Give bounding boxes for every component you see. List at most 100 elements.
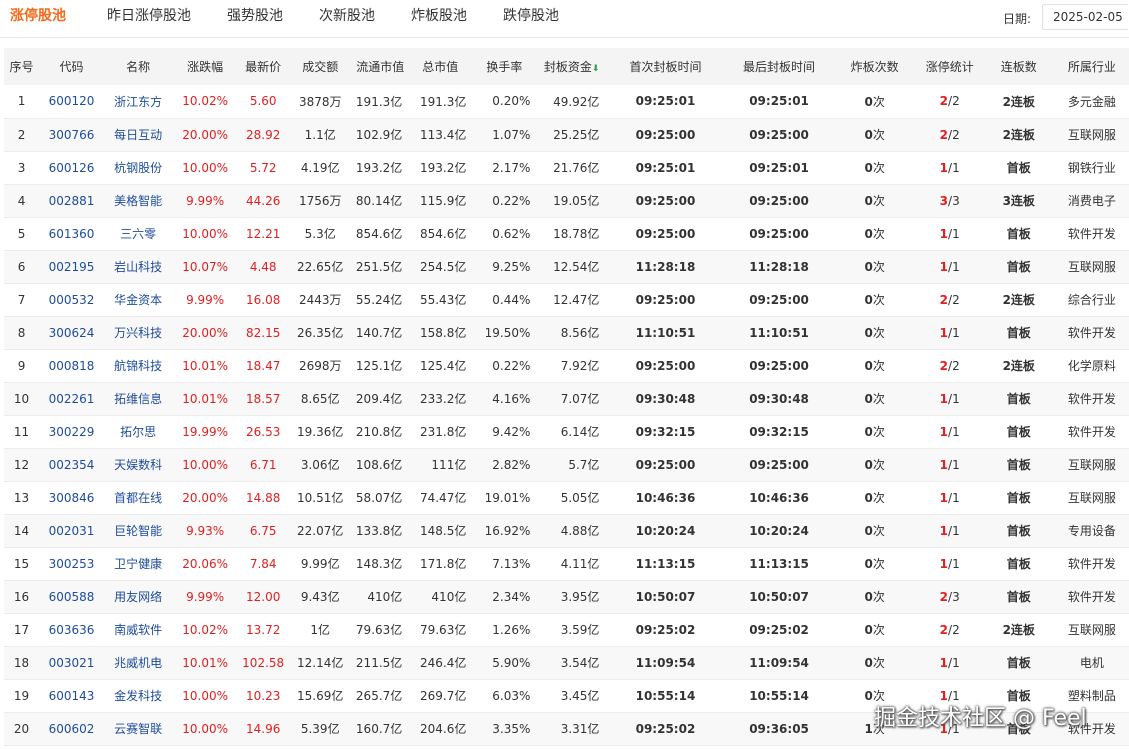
cell-name[interactable]: 航锦科技 — [104, 349, 173, 383]
table-row[interactable]: 15 300253 卫宁健康 20.06% 7.84 9.99亿 148.3亿 171.8亿 7… — [4, 547, 1129, 581]
cell-code[interactable]: 600602 — [39, 712, 105, 746]
cell-first-seal-time: 09:25:00 — [605, 217, 726, 251]
cell-name[interactable]: 巨轮智能 — [104, 514, 173, 548]
sort-down-arrow-icon[interactable]: ⬇ — [592, 64, 600, 74]
cell-last-seal-time: 11:13:15 — [725, 547, 833, 581]
cell-name[interactable]: 岩山科技 — [104, 250, 173, 284]
cell-name[interactable]: 天娱数科 — [104, 448, 173, 482]
cell-code[interactable]: 300624 — [39, 316, 105, 350]
header-first-seal-time[interactable]: 首次封板时间 — [605, 48, 725, 85]
cell-name[interactable]: 浙江东方 — [104, 85, 173, 119]
header-code[interactable]: 代码 — [39, 48, 104, 85]
tab-limit-down-pool[interactable]: 跌停股池 — [503, 0, 559, 32]
cell-code[interactable]: 600588 — [39, 580, 105, 614]
header-last-seal-time[interactable]: 最后封板时间 — [726, 48, 833, 85]
table-row[interactable]: 18 003021 兆威机电 10.01% 102.58 12.14亿 211.5亿 246.… — [4, 646, 1129, 680]
table-row[interactable]: 14 002031 巨轮智能 9.93% 6.75 22.07亿 133.8亿 148.5亿 1… — [4, 514, 1129, 548]
cell-code[interactable]: 300253 — [39, 547, 105, 581]
cell-limit-up-stats: 2/2 — [916, 85, 983, 119]
cell-turnover: 3.35% — [472, 712, 537, 746]
cell-name[interactable]: 拓尔思 — [104, 415, 173, 449]
table-row[interactable]: 8 300624 万兴科技 20.00% 82.15 26.35亿 140.7亿 158.8亿… — [4, 316, 1129, 350]
table-row[interactable]: 3 600126 杭钢股份 10.00% 5.72 4.19亿 193.2亿 193.2亿 2.… — [4, 151, 1129, 185]
cell-code[interactable]: 003021 — [39, 646, 105, 680]
cell-turnover: 5.90% — [472, 646, 537, 680]
cell-change-pct: 20.00% — [172, 481, 239, 515]
header-total-cap[interactable]: 总市值 — [408, 48, 472, 85]
tab-strong-pool[interactable]: 强势股池 — [227, 0, 283, 32]
cell-index: 2 — [4, 118, 40, 152]
cell-code[interactable]: 002195 — [39, 250, 105, 284]
table-row[interactable]: 7 000532 华金资本 9.99% 16.08 2443万 55.24亿 55.43亿 0.… — [4, 283, 1129, 317]
header-consecutive-boards[interactable]: 连板数 — [983, 48, 1055, 85]
table-row[interactable]: 13 300846 首都在线 20.00% 14.88 10.51亿 58.07亿 74.47… — [4, 481, 1129, 515]
cell-broken-count: 0次 — [832, 448, 917, 482]
header-turnover[interactable]: 换手率 — [472, 48, 536, 85]
table-row[interactable]: 4 002881 美格智能 9.99% 44.26 1756万 80.14亿 115.9亿 0.… — [4, 184, 1129, 218]
cell-code[interactable]: 600126 — [39, 151, 105, 185]
header-amount[interactable]: 成交额 — [288, 48, 352, 85]
cell-name[interactable]: 兆威机电 — [104, 646, 173, 680]
cell-last-seal-time: 11:09:54 — [725, 646, 833, 680]
cell-code[interactable]: 002881 — [39, 184, 105, 218]
tab-broken-board-pool[interactable]: 炸板股池 — [411, 0, 467, 32]
cell-amount: 22.65亿 — [288, 250, 353, 284]
cell-code[interactable]: 600120 — [39, 85, 105, 119]
limit-up-days: /1 — [948, 490, 960, 505]
tab-new-stock-pool[interactable]: 次新股池 — [319, 0, 375, 32]
cell-amount: 1756万 — [288, 184, 353, 218]
table-row[interactable]: 17 603636 南威软件 10.02% 13.72 1亿 79.63亿 79.63亿 1.2… — [4, 613, 1129, 647]
cell-name[interactable]: 金发科技 — [104, 679, 173, 713]
header-limit-up-stats[interactable]: 涨停统计 — [917, 48, 983, 85]
date-input[interactable] — [1042, 4, 1128, 30]
cell-limit-up-stats: 1/1 — [916, 250, 983, 284]
cell-code[interactable]: 300846 — [39, 481, 105, 515]
cell-code[interactable]: 300229 — [39, 415, 105, 449]
broken-count-unit: 次 — [872, 128, 885, 142]
tab-yesterday-limit-up-pool[interactable]: 昨日涨停股池 — [107, 0, 191, 32]
broken-count-unit: 次 — [872, 590, 885, 604]
cell-name[interactable]: 三六零 — [104, 217, 173, 251]
table-row[interactable]: 12 002354 天娱数科 10.00% 6.71 3.06亿 108.6亿 111亿 2.8… — [4, 448, 1129, 482]
cell-name[interactable]: 卫宁健康 — [104, 547, 173, 581]
header-industry[interactable]: 所属行业 — [1055, 48, 1129, 85]
header-broken-count[interactable]: 炸板次数 — [833, 48, 917, 85]
cell-name[interactable]: 用友网络 — [104, 580, 173, 614]
cell-code[interactable]: 002261 — [39, 382, 105, 416]
cell-total-cap: 191.3亿 — [408, 85, 473, 119]
cell-code[interactable]: 000532 — [39, 283, 105, 317]
cell-code[interactable]: 300766 — [39, 118, 105, 152]
cell-index: 5 — [4, 217, 40, 251]
cell-code[interactable]: 002354 — [39, 448, 105, 482]
cell-name[interactable]: 万兴科技 — [104, 316, 173, 350]
table-row[interactable]: 5 601360 三六零 10.00% 12.21 5.3亿 854.6亿 854.6亿 0.6… — [4, 217, 1129, 251]
header-seal-funds[interactable]: 封板资金⬇ — [536, 48, 605, 85]
cell-name[interactable]: 每日互动 — [104, 118, 173, 152]
header-change-pct[interactable]: 涨跌幅 — [172, 48, 238, 85]
cell-name[interactable]: 拓维信息 — [104, 382, 173, 416]
table-row[interactable]: 9 000818 航锦科技 10.01% 18.47 2698万 125.1亿 125.4亿 0… — [4, 349, 1129, 383]
cell-name[interactable]: 首都在线 — [104, 481, 173, 515]
header-float-cap[interactable]: 流通市值 — [352, 48, 408, 85]
cell-code[interactable]: 603636 — [39, 613, 105, 647]
cell-name[interactable]: 美格智能 — [104, 184, 173, 218]
cell-code[interactable]: 000818 — [39, 349, 105, 383]
table-row[interactable]: 2 300766 每日互动 20.00% 28.92 1.1亿 102.9亿 113.4亿 1.… — [4, 118, 1129, 152]
cell-code[interactable]: 600143 — [39, 679, 105, 713]
tab-limit-up-pool[interactable]: 涨停股池 — [10, 0, 66, 32]
cell-name[interactable]: 南威软件 — [104, 613, 173, 647]
table-row[interactable]: 10 002261 拓维信息 10.01% 18.57 8.65亿 209.4亿 233.2亿… — [4, 382, 1129, 416]
cell-code[interactable]: 002031 — [39, 514, 105, 548]
cell-name[interactable]: 华金资本 — [104, 283, 173, 317]
cell-consecutive-boards: 首板 — [982, 151, 1055, 185]
cell-name[interactable]: 云赛智联 — [104, 712, 173, 746]
table-row[interactable]: 11 300229 拓尔思 19.99% 26.53 19.36亿 210.8亿 231.8亿… — [4, 415, 1129, 449]
cell-name[interactable]: 杭钢股份 — [104, 151, 173, 185]
cell-broken-count: 0次 — [832, 250, 917, 284]
table-row[interactable]: 6 002195 岩山科技 10.07% 4.48 22.65亿 251.5亿 254.5亿 9… — [4, 250, 1129, 284]
table-row[interactable]: 16 600588 用友网络 9.99% 12.00 9.43亿 410亿 410亿 2.34%… — [4, 580, 1129, 614]
table-row[interactable]: 1 600120 浙江东方 10.02% 5.60 3878万 191.3亿 191.3亿 0.… — [4, 85, 1129, 119]
header-name[interactable]: 名称 — [104, 48, 172, 85]
header-latest-price[interactable]: 最新价 — [238, 48, 288, 85]
cell-code[interactable]: 601360 — [39, 217, 105, 251]
